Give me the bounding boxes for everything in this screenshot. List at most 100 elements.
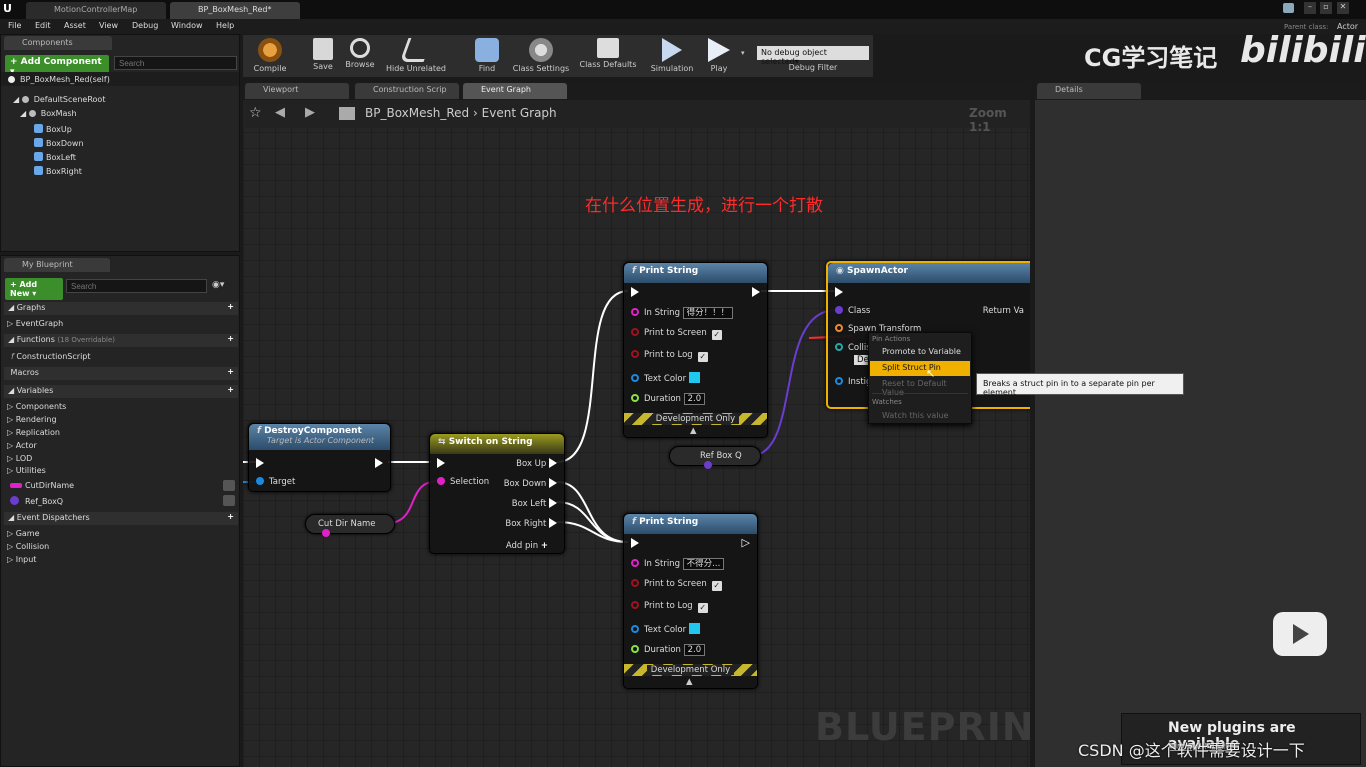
node-switch-on-string[interactable]: ⇆ Switch on String Selection Box Up Box … xyxy=(429,433,565,554)
tab-details[interactable]: Details xyxy=(1037,83,1141,99)
section-variables[interactable]: ◢ Variables + xyxy=(4,385,238,398)
var-category-actor[interactable]: ▷ Actor xyxy=(7,441,37,450)
var-category-rendering[interactable]: ▷ Rendering xyxy=(7,415,57,424)
in-string-pin[interactable]: In String 不得分... xyxy=(631,557,725,570)
tab-motion-controller-map[interactable]: MotionControllerMap xyxy=(26,2,166,19)
target-pin[interactable]: Target xyxy=(256,477,295,487)
tree-item-boxmash[interactable]: ◢ BoxMash xyxy=(20,109,77,118)
add-pin-button[interactable]: Add pin + xyxy=(506,541,548,551)
compile-button[interactable]: Compile xyxy=(245,35,295,77)
blueprint-search-input[interactable] xyxy=(66,279,207,293)
tab-my-blueprint[interactable]: My Blueprint xyxy=(4,258,110,272)
duration-field[interactable]: 2.0 xyxy=(683,644,706,656)
exec-out-pin[interactable] xyxy=(375,458,383,469)
var-category-replication[interactable]: ▷ Replication xyxy=(7,428,60,437)
out-pin-box-left[interactable]: Box Left xyxy=(512,498,557,509)
dispatcher-category-input[interactable]: ▷ Input xyxy=(7,555,36,564)
exec-in-pin[interactable] xyxy=(835,287,843,298)
selection-pin[interactable]: Selection xyxy=(437,477,489,487)
text-color-pin[interactable]: Text Color xyxy=(631,372,700,384)
duration-field[interactable]: 2.0 xyxy=(683,393,706,405)
in-string-field[interactable]: 不得分... xyxy=(682,558,725,570)
menu-item-promote-variable[interactable]: Promote to Variable xyxy=(882,347,961,356)
duration-pin[interactable]: Duration 2.0 xyxy=(631,644,706,656)
menu-help[interactable]: Help xyxy=(216,21,234,30)
exec-in-pin[interactable] xyxy=(631,538,639,549)
find-button[interactable]: Find xyxy=(471,35,503,77)
var-category-utilities[interactable]: ▷ Utilities xyxy=(7,466,46,475)
var-item-ref-boxq[interactable]: Ref_BoxQ xyxy=(10,496,63,506)
visibility-eye-icon[interactable]: ◉▾ xyxy=(212,280,224,290)
expand-chevron-icon[interactable]: ▲ xyxy=(686,677,693,687)
checkbox-checked-icon[interactable]: ✓ xyxy=(711,581,722,591)
browse-button[interactable]: Browse xyxy=(342,35,378,77)
function-item-construction-script[interactable]: f ConstructionScript xyxy=(11,352,91,361)
tree-item-boxleft[interactable]: BoxLeft xyxy=(34,152,76,162)
expand-chevron-icon[interactable]: ▲ xyxy=(690,426,697,436)
tree-item-boxright[interactable]: BoxRight xyxy=(34,166,82,176)
play-button[interactable]: Play xyxy=(703,35,735,77)
print-to-log-pin[interactable]: Print to Log ✓ xyxy=(631,350,708,362)
bilibili-tv-icon[interactable] xyxy=(1273,612,1327,656)
dispatcher-category-collision[interactable]: ▷ Collision xyxy=(7,542,49,551)
menu-edit[interactable]: Edit xyxy=(35,21,51,30)
play-options-chevron-icon[interactable]: ▾ xyxy=(741,49,745,57)
section-event-dispatchers[interactable]: ◢ Event Dispatchers + xyxy=(4,512,238,525)
menu-debug[interactable]: Debug xyxy=(132,21,158,30)
feedback-icon[interactable] xyxy=(1283,3,1294,13)
add-macro-icon[interactable]: + xyxy=(227,367,234,376)
maximize-button[interactable]: ▫ xyxy=(1320,2,1332,14)
simulation-button[interactable]: Simulation xyxy=(648,35,696,77)
print-to-screen-pin[interactable]: Print to Screen ✓ xyxy=(631,579,722,591)
exec-in-pin[interactable] xyxy=(437,458,445,469)
tree-item-boxdown[interactable]: BoxDown xyxy=(34,138,84,148)
color-swatch[interactable] xyxy=(688,372,700,383)
class-pin[interactable]: Class xyxy=(835,306,870,316)
out-pin-box-down[interactable]: Box Down xyxy=(504,478,557,489)
print-to-screen-pin[interactable]: Print to Screen ✓ xyxy=(631,328,722,340)
add-new-button[interactable]: + Add New ▾ xyxy=(5,278,63,300)
instigator-pin[interactable]: Instig xyxy=(835,377,871,387)
duration-pin[interactable]: Duration 2.0 xyxy=(631,393,706,405)
menu-item-watch-value[interactable]: Watch this value xyxy=(882,411,948,420)
menu-item-reset-default[interactable]: Reset to Default Value xyxy=(882,379,971,397)
event-graph-canvas[interactable]: ☆ ◀ ▶ BP_BoxMesh_Red › Event Graph Zoom … xyxy=(243,100,1030,767)
in-string-pin[interactable]: In String 得分！！！ xyxy=(631,306,734,319)
node-print-string-2[interactable]: f Print String ▷ In String 不得分... Print … xyxy=(623,513,758,689)
var-node-cut-dir-name[interactable]: Cut Dir Name xyxy=(305,514,395,537)
tree-item-self[interactable]: BP_BoxMesh_Red(self) xyxy=(8,75,110,84)
node-print-string-1[interactable]: f Print String In String 得分！！！ Print to … xyxy=(623,262,768,438)
add-function-icon[interactable]: + xyxy=(227,334,234,343)
save-button[interactable]: Save xyxy=(309,35,337,77)
menu-window[interactable]: Window xyxy=(171,21,203,30)
var-item-cutdirname[interactable]: CutDirName xyxy=(10,481,74,490)
tree-item-default-scene-root[interactable]: ◢ DefaultSceneRoot xyxy=(13,95,105,104)
tab-construction-script[interactable]: Construction Scrip xyxy=(355,83,459,99)
menu-asset[interactable]: Asset xyxy=(64,21,86,30)
var-category-components[interactable]: ▷ Components xyxy=(7,402,66,411)
add-variable-icon[interactable]: + xyxy=(227,385,234,394)
print-to-log-pin[interactable]: Print to Log ✓ xyxy=(631,601,708,613)
dispatcher-category-game[interactable]: ▷ Game xyxy=(7,529,40,538)
color-swatch[interactable] xyxy=(688,623,700,634)
tab-viewport[interactable]: Viewport xyxy=(245,83,349,99)
hide-unrelated-button[interactable]: Hide Unrelated xyxy=(384,35,448,77)
tab-event-graph[interactable]: Event Graph xyxy=(463,83,567,99)
components-search-input[interactable] xyxy=(114,56,237,70)
return-value-pin[interactable]: Return Va xyxy=(983,306,1024,316)
tab-bp-boxmesh-red[interactable]: BP_BoxMesh_Red* xyxy=(170,2,300,19)
exec-out-pin[interactable]: ▷ xyxy=(742,536,750,549)
node-destroy-component[interactable]: f DestroyComponent Target is Actor Compon… xyxy=(248,423,391,492)
class-defaults-button[interactable]: Class Defaults xyxy=(577,35,639,77)
checkbox-checked-icon[interactable]: ✓ xyxy=(697,603,708,613)
add-dispatcher-icon[interactable]: + xyxy=(227,512,234,521)
section-graphs[interactable]: ◢ Graphs + xyxy=(4,302,238,315)
tab-components[interactable]: Components xyxy=(4,36,112,50)
graph-item-eventgraph[interactable]: ▷ EventGraph xyxy=(7,319,63,328)
exec-in-pin[interactable] xyxy=(631,287,639,298)
section-macros[interactable]: Macros + xyxy=(4,367,238,380)
exec-in-pin[interactable] xyxy=(256,458,264,469)
minimize-button[interactable]: – xyxy=(1304,2,1316,14)
var-visibility-icon[interactable] xyxy=(223,480,235,491)
exec-out-pin[interactable] xyxy=(752,287,760,298)
